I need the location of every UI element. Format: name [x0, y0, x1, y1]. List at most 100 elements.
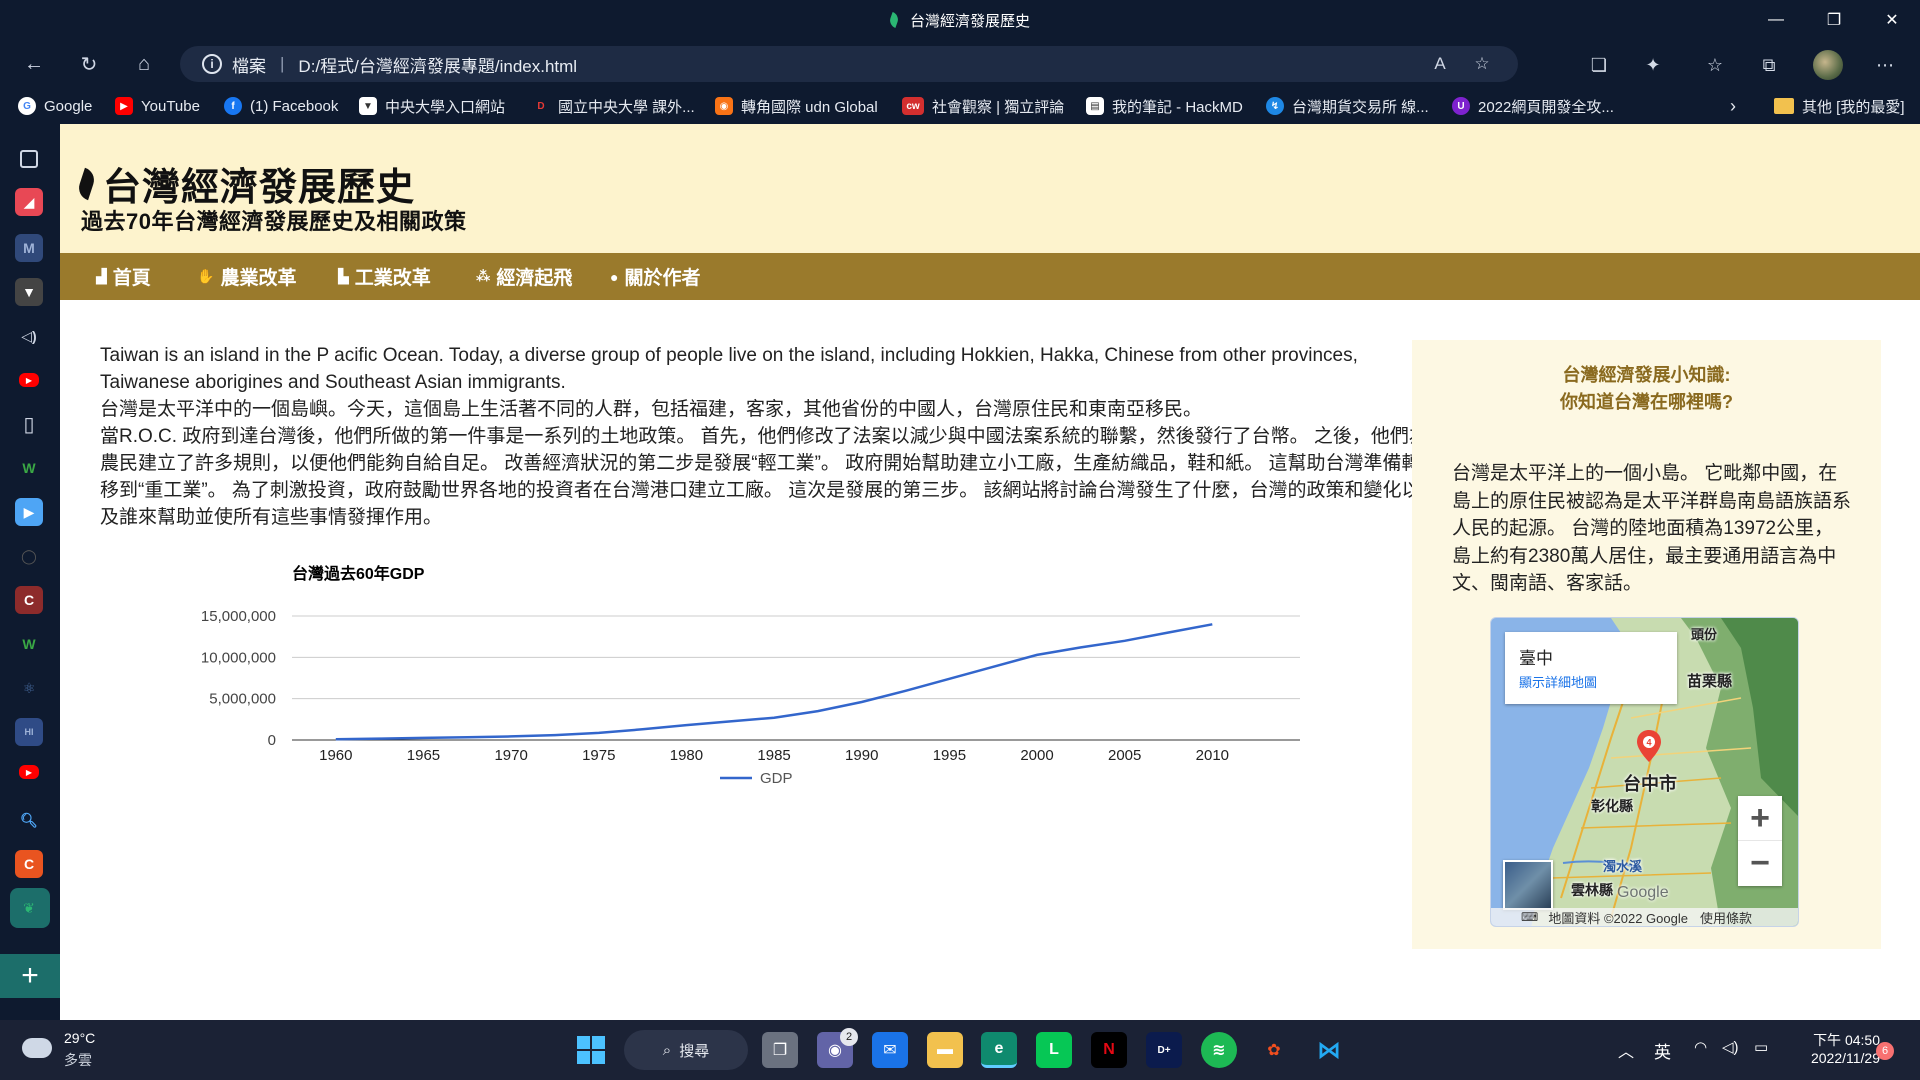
minimize-button[interactable]: —: [1748, 0, 1804, 40]
map-marker-icon[interactable]: 4: [1637, 730, 1661, 762]
bookmark-youtube[interactable]: ▶ YouTube: [115, 96, 200, 116]
home-icon: ▟: [96, 268, 107, 284]
youtube-sidebar-icon-2[interactable]: ▶: [19, 765, 39, 779]
nav-about[interactable]: ● 關於作者: [610, 253, 700, 300]
nav-agriculture[interactable]: ✋ 農業改革: [197, 253, 296, 300]
nav-home[interactable]: ▟ 首頁: [96, 253, 151, 300]
intro-chinese-1: 台灣是太平洋中的一個島嶼。今天，這個島上生活著不同的人群，包括福建，客家，其他省…: [100, 399, 1203, 420]
app-icon-hi[interactable]: HI: [15, 718, 43, 746]
document-icon[interactable]: ▯: [15, 410, 43, 438]
bookmark-label: YouTube: [141, 97, 200, 115]
read-aloud-icon[interactable]: A: [1428, 52, 1452, 76]
weather-temp[interactable]: 29°C: [64, 1030, 95, 1046]
disney-plus-icon[interactable]: D+: [1146, 1032, 1182, 1068]
bookmarks-overflow-chevron[interactable]: ›: [1730, 96, 1736, 116]
netflix-icon[interactable]: N: [1091, 1032, 1127, 1068]
tab-actions-icon[interactable]: [20, 150, 38, 168]
map-detail-link[interactable]: 顯示詳細地圖: [1519, 672, 1597, 691]
address-url[interactable]: D:/程式/台灣經濟發展專題/index.html: [298, 52, 577, 77]
wifi-icon[interactable]: ◠: [1694, 1038, 1707, 1056]
tray-chevron-icon[interactable]: ︿: [1618, 1038, 1634, 1062]
bookmark-hackmd[interactable]: ▤ 我的筆記 - HackMD: [1086, 96, 1243, 116]
ime-indicator[interactable]: 英: [1654, 1038, 1671, 1063]
map-terms-link[interactable]: 使用條款: [1700, 908, 1752, 927]
map-zoom-in-button[interactable]: +: [1738, 796, 1782, 841]
cloud-icon[interactable]: [22, 1038, 52, 1058]
map-label-taichung: 台中市: [1623, 774, 1677, 794]
app-icon-c-dark[interactable]: C: [15, 586, 43, 614]
bookmark-google[interactable]: G Google: [18, 96, 92, 116]
chart-xtick-label: 1960: [319, 747, 352, 764]
bookmark-ncu-activity[interactable]: D 國立中央大學 課外...: [532, 96, 694, 116]
edge-icon[interactable]: e: [981, 1032, 1017, 1068]
notification-badge[interactable]: 6: [1876, 1042, 1894, 1060]
app-icon-red[interactable]: ◢: [15, 188, 43, 216]
collections-icon[interactable]: ❏: [1584, 50, 1614, 80]
extensions-icon[interactable]: ✦: [1638, 50, 1668, 80]
app-icon-w-green-2[interactable]: W: [15, 630, 43, 658]
app-icon-blue-play[interactable]: ▶: [15, 498, 43, 526]
cw-icon: cw: [902, 97, 924, 115]
bookmark-other-folder[interactable]: 其他 [我的最愛]: [1774, 96, 1905, 116]
bookmark-webdev[interactable]: U 2022網頁開發全攻...: [1452, 96, 1614, 116]
tabs-icon[interactable]: ⧉: [1754, 50, 1784, 80]
weather-desc[interactable]: 多雲: [64, 1050, 92, 1070]
figma-icon[interactable]: ✿: [1256, 1032, 1292, 1068]
github-icon[interactable]: ◯: [15, 542, 43, 570]
window-title-text: 台灣經濟發展歷史: [909, 12, 1030, 30]
search-sidebar-icon[interactable]: 🔍︎: [15, 806, 43, 834]
app-icon-ncu[interactable]: ▼: [15, 278, 43, 306]
maximize-button[interactable]: ❐: [1806, 0, 1862, 40]
line-icon[interactable]: L: [1036, 1032, 1072, 1068]
bookmark-udn-global[interactable]: ◉ 轉角國際 udn Global: [715, 96, 878, 116]
vscode-icon[interactable]: ⋈: [1311, 1032, 1347, 1068]
back-button[interactable]: ←: [18, 48, 50, 80]
address-bar[interactable]: i 檔案 | D:/程式/台灣經濟發展專題/index.html A ☆: [180, 46, 1518, 82]
address-separator: |: [280, 54, 285, 73]
battery-icon[interactable]: ▭: [1754, 1038, 1768, 1056]
nav-takeoff[interactable]: ⁂ 經濟起飛: [476, 253, 572, 300]
react-icon[interactable]: ⚛: [15, 674, 43, 702]
add-sidebar-button[interactable]: +: [0, 954, 60, 998]
more-icon[interactable]: ⋯: [1870, 50, 1900, 80]
site-title: 台灣經濟發展歷史: [75, 156, 415, 211]
taskbar-search[interactable]: ⌕ 搜尋: [624, 1030, 748, 1070]
map-satellite-toggle[interactable]: [1503, 860, 1553, 910]
bookmark-facebook[interactable]: f (1) Facebook: [224, 96, 338, 116]
map-zoom-out-button[interactable]: −: [1738, 841, 1782, 886]
volume-icon[interactable]: ◁): [1722, 1038, 1739, 1056]
app-icon-w-green[interactable]: W: [15, 454, 43, 482]
favorites-icon[interactable]: ☆: [1700, 50, 1730, 80]
nav-industry[interactable]: ▙ 工業改革: [338, 253, 431, 300]
bookmarks-bar: G Google ▶ YouTube f (1) Facebook ▼ 中央大學入口網站…: [0, 88, 1920, 124]
bookmark-label: 其他 [我的最愛]: [1802, 98, 1905, 116]
nav-label: 關於作者: [624, 268, 701, 289]
clock-time[interactable]: 下午 04:50: [1794, 1030, 1880, 1050]
leaf-tab-icon[interactable]: ❦: [15, 894, 43, 922]
keyboard-icon[interactable]: ⌨: [1521, 910, 1538, 924]
clock-date[interactable]: 2022/11/29: [1794, 1050, 1880, 1066]
file-explorer-icon[interactable]: ▬: [927, 1032, 963, 1068]
bookmark-opinion[interactable]: cw 社會觀察 | 獨立評論: [902, 96, 1064, 116]
app-icon-c-orange[interactable]: C: [15, 850, 43, 878]
embedded-map[interactable]: 頭份 苗栗縣 台中市 彰化縣 濁水溪 雲林縣 4 臺中 顯示詳細地圖 + − G…: [1490, 617, 1799, 927]
mail-icon[interactable]: ✉: [872, 1032, 908, 1068]
app-icon-m[interactable]: M: [15, 234, 43, 262]
nav-label: 工業改革: [354, 268, 431, 289]
youtube-sidebar-icon[interactable]: ▶: [19, 373, 39, 387]
profile-avatar[interactable]: [1813, 50, 1843, 80]
spotify-icon[interactable]: ≋: [1201, 1032, 1237, 1068]
info-icon[interactable]: i: [202, 54, 222, 74]
teams-badge: 2: [840, 1028, 858, 1046]
home-button[interactable]: ⌂: [128, 48, 160, 80]
speaker-icon[interactable]: ◁): [15, 322, 43, 350]
bookmark-taifex[interactable]: ↯ 台灣期貨交易所 線...: [1266, 96, 1429, 116]
u-icon: U: [1452, 97, 1470, 115]
task-view-icon[interactable]: ❐: [762, 1032, 798, 1068]
bookmark-ncu-portal[interactable]: ▼ 中央大學入口網站: [359, 96, 505, 116]
add-favorite-icon[interactable]: ☆: [1470, 52, 1494, 76]
refresh-button[interactable]: ↻: [73, 48, 105, 80]
close-button[interactable]: ✕: [1864, 0, 1920, 40]
start-button[interactable]: [573, 1032, 609, 1068]
chart-xtick-label: 1985: [757, 747, 790, 764]
